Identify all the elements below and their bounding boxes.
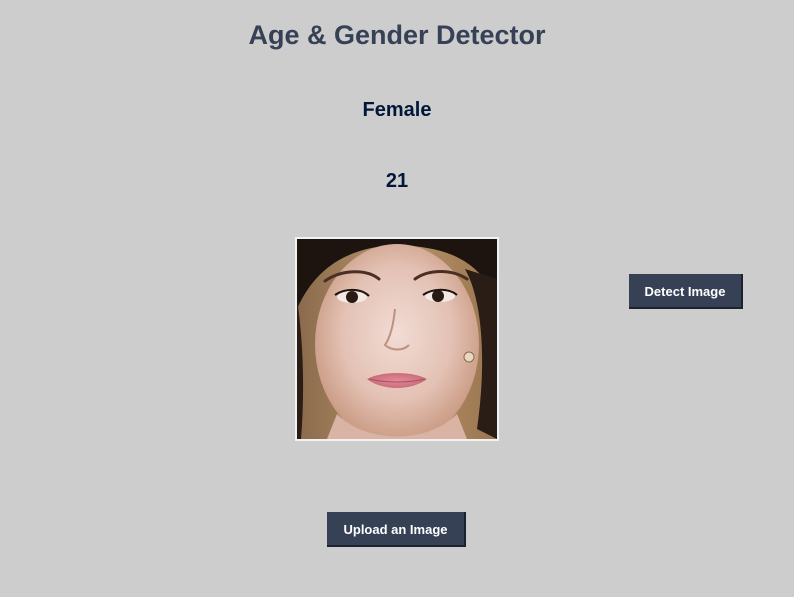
face-photo xyxy=(297,239,497,439)
upload-image-button[interactable]: Upload an Image xyxy=(327,512,466,547)
age-result: 21 xyxy=(385,170,409,192)
uploaded-image-preview xyxy=(295,237,499,441)
detect-image-button[interactable]: Detect Image xyxy=(629,274,743,309)
gender-result: Female xyxy=(362,99,432,121)
app-title: Age & Gender Detector xyxy=(248,20,546,50)
